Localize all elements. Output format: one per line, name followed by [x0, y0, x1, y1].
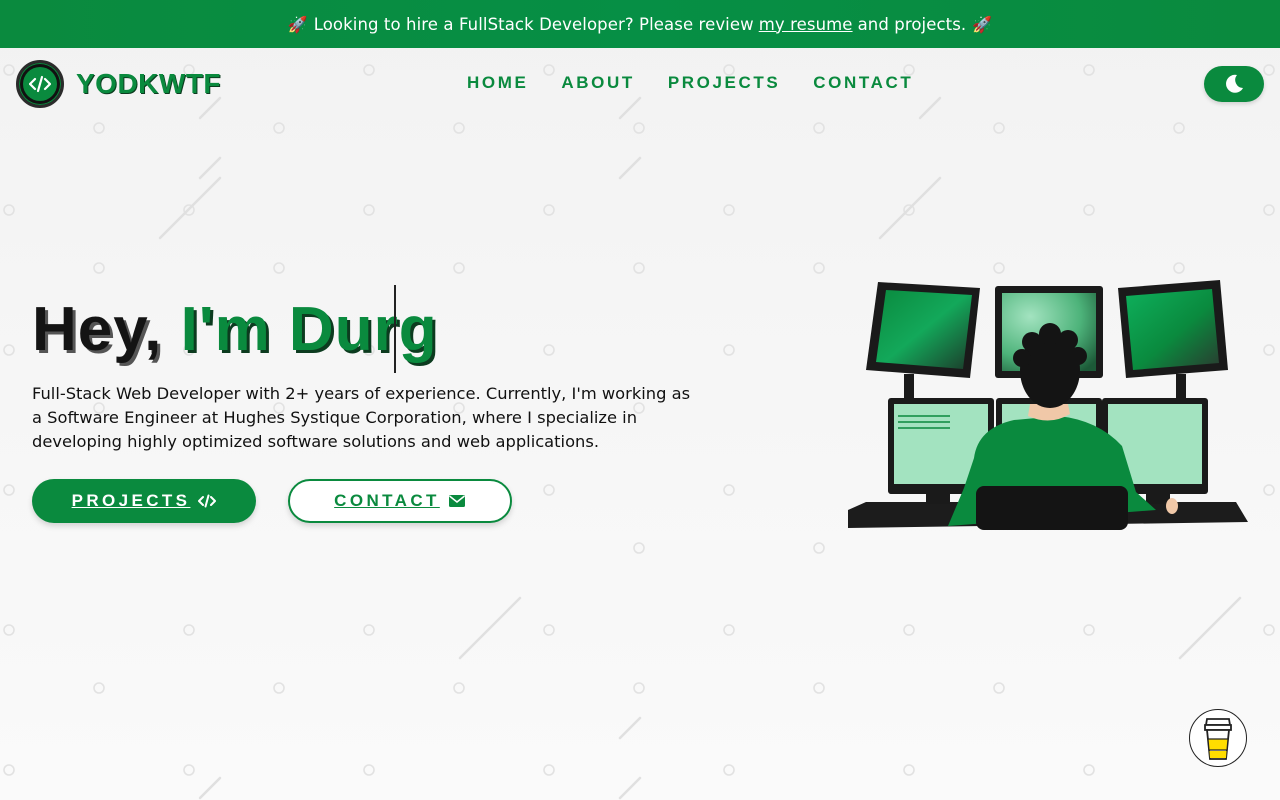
- code-icon: [16, 60, 64, 108]
- moon-icon: [1226, 74, 1243, 93]
- brand-logo[interactable]: YODKWTF: [16, 60, 221, 108]
- hero-greeting: Hey,: [32, 295, 163, 364]
- navbar: YODKWTF HOME ABOUT PROJECTS CONTACT: [0, 48, 1280, 120]
- resume-link[interactable]: my resume: [759, 15, 853, 34]
- rocket-icon: 🚀: [287, 14, 308, 34]
- contact-button[interactable]: CONTACT: [288, 479, 512, 523]
- banner-text: Looking to hire a FullStack Developer? P…: [313, 14, 754, 34]
- projects-button[interactable]: PROJECTS: [32, 479, 256, 523]
- envelope-icon: [448, 494, 466, 508]
- theme-toggle-button[interactable]: [1204, 66, 1264, 102]
- rocket-icon: 🚀: [972, 14, 993, 34]
- main-menu: HOME ABOUT PROJECTS CONTACT: [467, 73, 946, 93]
- nav-item-projects[interactable]: PROJECTS: [668, 73, 780, 93]
- hero-heading: Hey, I'm Durg: [32, 294, 438, 366]
- nav-item-about[interactable]: ABOUT: [561, 73, 634, 93]
- projects-button-label: PROJECTS: [71, 491, 191, 510]
- brand-name: YODKWTF: [76, 68, 222, 99]
- nav-item-contact[interactable]: CONTACT: [813, 73, 913, 93]
- developer-at-monitors-illustration: [848, 280, 1248, 530]
- code-icon: [198, 494, 217, 508]
- nav-item-home[interactable]: HOME: [467, 73, 528, 93]
- banner-text-end: and projects.: [857, 14, 967, 34]
- hero-typed-name: I'm Durg: [180, 295, 438, 364]
- contact-button-label: CONTACT: [334, 491, 440, 510]
- typing-cursor: [394, 285, 396, 373]
- announcement-banner: 🚀 Looking to hire a FullStack Developer?…: [0, 0, 1280, 48]
- coffee-button[interactable]: [1189, 709, 1247, 767]
- hero-description: Full-Stack Web Developer with 2+ years o…: [32, 384, 691, 451]
- coffee-cup-icon: [1204, 718, 1232, 760]
